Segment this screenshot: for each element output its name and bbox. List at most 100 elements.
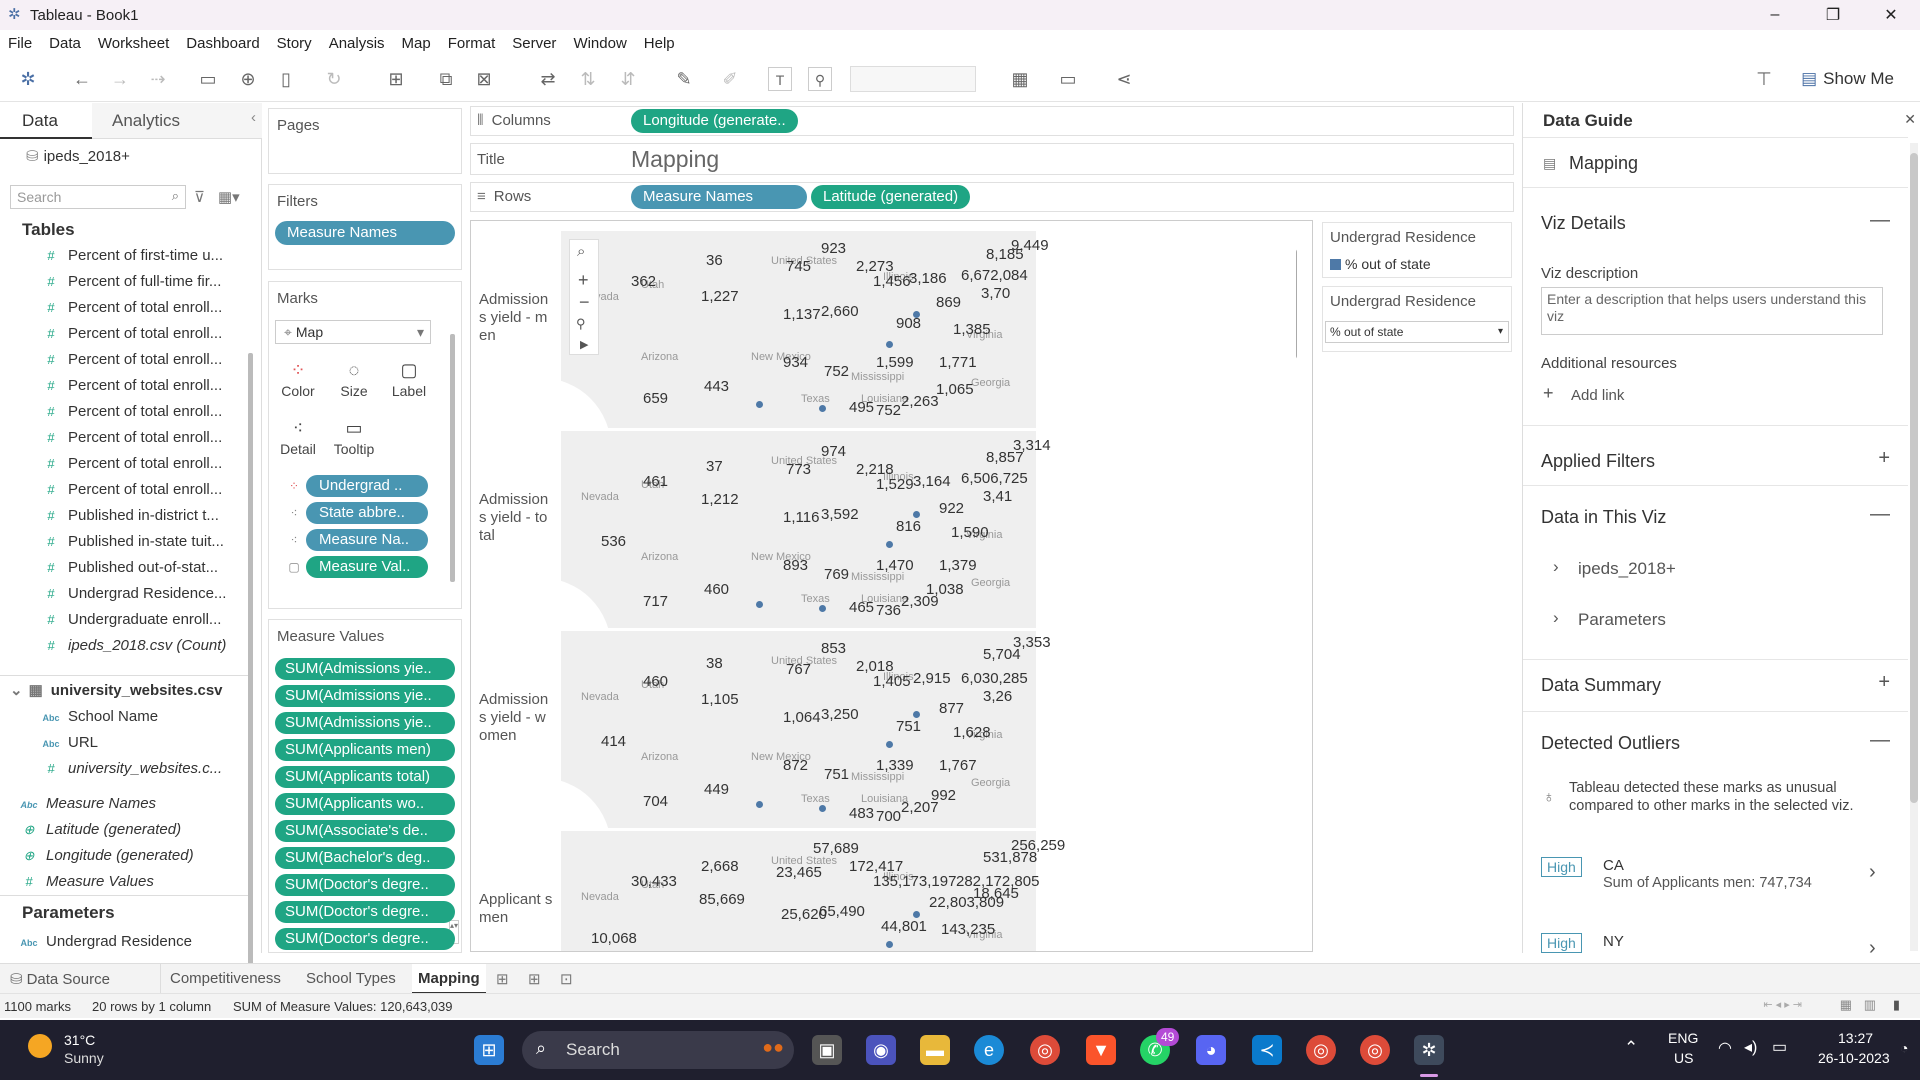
map-value-label[interactable]: 30,433	[631, 873, 677, 890]
vscode-icon[interactable]: ≺	[1252, 1035, 1282, 1065]
map-value-label[interactable]: 769	[824, 566, 849, 583]
size-mark-button[interactable]: ◌ Size	[328, 353, 380, 409]
wifi-icon[interactable]: ◠	[1718, 1038, 1732, 1058]
row-header[interactable]: Admission s yield - m en	[479, 291, 554, 345]
map-value-label[interactable]: 1,771	[939, 354, 977, 371]
title-shelf[interactable]: Title Mapping	[470, 143, 1514, 175]
row-header[interactable]: Admission s yield - to tal	[479, 491, 554, 545]
map-value-label[interactable]: 449	[704, 781, 729, 798]
guide-datasource[interactable]: ipeds_2018+	[1578, 559, 1676, 579]
undo-icon[interactable]: ←	[70, 67, 94, 91]
columns-pill-longitude[interactable]: Longitude (generate..	[631, 109, 798, 133]
map-value-label[interactable]: 44,801	[881, 918, 927, 935]
expand-icon[interactable]: +	[1878, 671, 1890, 694]
color-legend[interactable]: Undergrad Residence % out of state	[1322, 222, 1512, 278]
map-value-label[interactable]: 877	[939, 700, 964, 717]
collapse-icon[interactable]: —	[1870, 209, 1890, 232]
new-dashboard-icon[interactable]: ⊞	[528, 970, 541, 988]
map-value-label[interactable]: 3,41	[983, 488, 1012, 505]
map-value-label[interactable]: 908	[896, 315, 921, 332]
map-value-label[interactable]: 495	[849, 399, 874, 416]
map-value-label[interactable]: 752	[876, 402, 901, 419]
menu-data[interactable]: Data	[49, 35, 81, 52]
map-value-label[interactable]: 2,668	[701, 858, 739, 875]
device-preview-icon[interactable]: ▭	[1056, 67, 1080, 91]
share-icon[interactable]: ⋖	[1112, 67, 1136, 91]
clock-date[interactable]: 26-10-2023	[1818, 1050, 1890, 1066]
new-datasource-icon[interactable]: ⊕	[236, 67, 260, 91]
brave-icon[interactable]: ▼	[1086, 1035, 1116, 1065]
map-value-label[interactable]: 536	[601, 533, 626, 550]
map-value-label[interactable]: 751	[896, 718, 921, 735]
map-value-label[interactable]: 1,116	[783, 509, 819, 526]
menu-format[interactable]: Format	[448, 35, 496, 52]
menu-window[interactable]: Window	[573, 35, 626, 52]
map-value-label[interactable]: 2,207	[901, 799, 939, 816]
chevron-up-icon[interactable]: ⌃	[1624, 1038, 1638, 1058]
map-value-label[interactable]: 460	[704, 581, 729, 598]
map-value-label[interactable]: 773	[786, 461, 811, 478]
measure-value-pill[interactable]: SUM(Applicants wo..	[275, 793, 455, 815]
rows-pill-latitude[interactable]: Latitude (generated)	[811, 185, 971, 209]
chrome-profile-2-icon[interactable]: ◎	[1360, 1035, 1390, 1065]
field-item[interactable]: Abc URL	[0, 730, 248, 756]
map-value-label[interactable]: 414	[601, 733, 626, 750]
pin-icon[interactable]: ⊤	[1752, 67, 1776, 91]
replay-icon[interactable]: ⇢	[146, 67, 170, 91]
field-item[interactable]: # ipeds_2018.csv (Count)	[0, 633, 248, 659]
map-value-label[interactable]: 362	[631, 273, 656, 290]
fix-axes-icon[interactable]: ⚲	[808, 67, 832, 91]
tab-data[interactable]: Data	[0, 103, 92, 139]
field-item[interactable]: # Percent of total enroll...	[0, 347, 248, 373]
close-guide-icon[interactable]: ✕	[1904, 111, 1916, 128]
columns-shelf[interactable]: ⦀ Columns Longitude (generate..	[470, 106, 1514, 136]
map-value-label[interactable]: 3,164	[913, 473, 951, 490]
map-value-label[interactable]: 1,385	[953, 321, 991, 338]
map-mark-dot[interactable]	[886, 341, 893, 348]
map-value-label[interactable]: 3,250	[821, 706, 859, 723]
map-value-label[interactable]: 1,064	[783, 709, 821, 726]
plus-icon[interactable]: +	[1543, 383, 1554, 404]
map-value-label[interactable]: 3,592	[821, 506, 859, 523]
map-value-label[interactable]: 659	[643, 390, 668, 407]
task-view-icon[interactable]: ▣	[812, 1035, 842, 1065]
map-value-label[interactable]: 1,227	[701, 288, 739, 305]
field-item[interactable]: # Undergraduate enroll...	[0, 607, 248, 633]
show-me-button[interactable]: ▤ Show Me	[1801, 69, 1894, 89]
measure-value-pill[interactable]: SUM(Admissions yie..	[275, 658, 455, 680]
map-value-label[interactable]: 1,212	[701, 491, 739, 508]
measure-value-pill[interactable]: SUM(Associate's de..	[275, 820, 455, 842]
measure-value-pill[interactable]: SUM(Applicants total)	[275, 766, 455, 788]
map-pane[interactable]: UtahArizonaNew MexicoTexasIllinoisMissis…	[561, 231, 1296, 429]
tab-school-types[interactable]: School Types	[306, 970, 396, 987]
map-value-label[interactable]: 1,137	[783, 306, 821, 323]
tooltip-mark-button[interactable]: ▭ Tooltip	[328, 411, 380, 467]
pages-shelf[interactable]: Pages	[268, 108, 462, 174]
refresh-icon[interactable]: ↻	[322, 67, 346, 91]
field-item[interactable]: # Percent of total enroll...	[0, 295, 248, 321]
chevron-right-icon[interactable]: ›	[1869, 861, 1876, 884]
field-item[interactable]: ⊕ Longitude (generated)	[0, 843, 248, 869]
tab-analytics[interactable]: Analytics ‹	[92, 103, 262, 139]
chevron-right-icon[interactable]: ›	[1869, 937, 1876, 960]
fit-dropdown[interactable]	[850, 66, 976, 92]
redo-icon[interactable]: →	[108, 67, 132, 91]
tab-competitiveness[interactable]: Competitiveness	[170, 970, 281, 987]
rows-shelf[interactable]: ≡ Rows Measure Names Latitude (generated)	[470, 182, 1514, 212]
notifications-icon[interactable]: ◔	[1900, 1040, 1908, 1056]
save-icon[interactable]: ▭	[196, 67, 220, 91]
show-tabs-icon[interactable]: ▥	[1864, 997, 1876, 1013]
data-pane-scrollbar[interactable]	[248, 353, 253, 983]
mark-pill-measure-names[interactable]: Measure Na..	[306, 529, 428, 551]
map-value-label[interactable]: 6,030,285	[961, 670, 1028, 687]
row-header[interactable]: Admission s yield - w omen	[479, 691, 554, 745]
map-value-label[interactable]: 2,915	[913, 670, 951, 687]
sheet-nav-arrows[interactable]: ⇤ ◂ ▸ ⇥	[1763, 998, 1802, 1011]
sheet-title[interactable]: Mapping	[631, 146, 719, 173]
marks-scrollbar[interactable]	[450, 334, 455, 582]
collapse-pane-icon[interactable]: ‹	[251, 109, 256, 126]
field-item[interactable]: # Percent of full-time fir...	[0, 269, 248, 295]
clear-sheet-icon[interactable]: ⊠	[472, 67, 496, 91]
chrome-icon[interactable]: ◎	[1030, 1035, 1060, 1065]
map-value-label[interactable]: 85,669	[699, 891, 745, 908]
